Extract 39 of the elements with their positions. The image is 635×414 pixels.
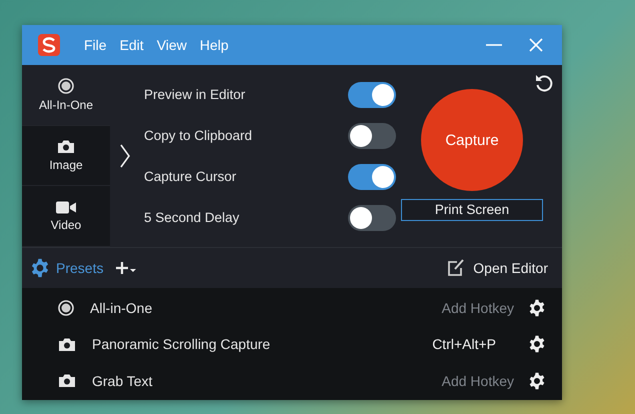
capture-button[interactable]: Capture bbox=[421, 89, 523, 191]
app-logo-icon bbox=[38, 34, 60, 56]
record-icon bbox=[58, 78, 74, 94]
preset-settings-icon[interactable] bbox=[528, 335, 546, 353]
open-editor-button[interactable]: Open Editor bbox=[447, 259, 548, 277]
option-label: Copy to Clipboard bbox=[144, 128, 252, 143]
presets-label[interactable]: Presets bbox=[56, 260, 104, 276]
toggle-switch[interactable] bbox=[348, 164, 396, 190]
preset-hotkey[interactable]: Add Hotkey bbox=[442, 300, 514, 316]
presets-gear-icon[interactable] bbox=[30, 258, 50, 278]
camera-icon bbox=[58, 373, 76, 388]
toggle-switch[interactable] bbox=[348, 204, 396, 230]
edit-icon bbox=[447, 259, 466, 277]
chevron-right-icon[interactable] bbox=[120, 144, 130, 168]
preset-name: Panoramic Scrolling Capture bbox=[92, 336, 272, 352]
preset-hotkey[interactable]: Add Hotkey bbox=[442, 372, 514, 388]
video-camera-icon bbox=[56, 200, 76, 214]
add-preset-button[interactable] bbox=[115, 261, 138, 275]
camera-icon bbox=[57, 139, 75, 154]
record-icon bbox=[58, 300, 74, 316]
reset-icon[interactable] bbox=[534, 73, 554, 93]
hotkey-field[interactable]: Print Screen bbox=[401, 199, 543, 221]
preset-settings-icon[interactable] bbox=[528, 298, 546, 316]
minimize-icon bbox=[486, 44, 502, 46]
toggle-switch[interactable] bbox=[348, 82, 396, 108]
preset-row[interactable]: Panoramic Scrolling Capture Ctrl+Alt+P bbox=[22, 327, 562, 361]
close-icon bbox=[528, 37, 544, 53]
option-label: 5 Second Delay bbox=[144, 210, 240, 225]
preset-row[interactable]: Grab Text Add Hotkey bbox=[22, 364, 562, 398]
camera-icon bbox=[58, 336, 76, 352]
capture-mode-tab[interactable]: All-In-One bbox=[22, 65, 110, 126]
preset-hotkey[interactable]: Ctrl+Alt+P bbox=[432, 336, 496, 352]
preset-name: All-in-One bbox=[90, 300, 154, 316]
option-label: Capture Cursor bbox=[144, 169, 236, 184]
preset-row[interactable]: All-in-One Add Hotkey bbox=[22, 290, 562, 324]
option-label: Preview in Editor bbox=[144, 87, 246, 102]
preset-name: Grab Text bbox=[92, 372, 154, 388]
toggle-switch[interactable] bbox=[348, 122, 396, 148]
preset-settings-icon[interactable] bbox=[528, 372, 546, 390]
